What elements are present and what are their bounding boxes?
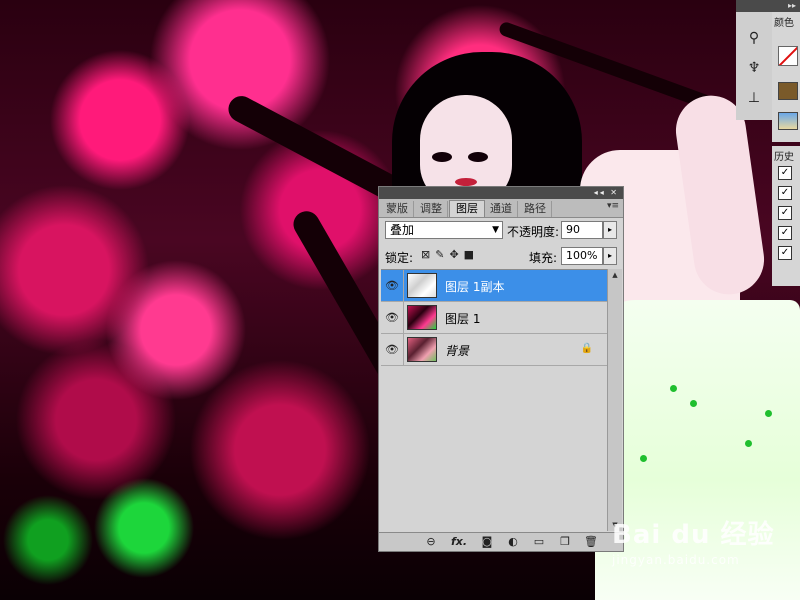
layers-scrollbar[interactable]: ▲ ▼ (607, 269, 622, 531)
folder-icon[interactable]: ▭ (531, 534, 547, 550)
lock-all-icon[interactable]: ■ (464, 248, 479, 261)
panel-menu-icon[interactable]: ▾≡ (607, 201, 619, 211)
layer-name[interactable]: 图层 1 (445, 310, 480, 327)
dock-tools: ⚲ ♆ ⊥ (736, 12, 773, 120)
woman-eye (468, 152, 488, 162)
new-layer-icon[interactable]: ❐ (557, 534, 573, 550)
watermark-sub: jingyan.baidu.com (612, 553, 740, 567)
history-tab[interactable]: 历史 (774, 148, 794, 163)
color-tab[interactable]: 颜色 (774, 14, 794, 29)
woman-eye (432, 152, 452, 162)
scroll-up-icon[interactable]: ▲ (608, 269, 622, 281)
visibility-eye-icon[interactable]: 👁 (381, 334, 404, 365)
baidu-watermark: Bai du 经验 jingyan.baidu.com (612, 514, 775, 567)
dock-header[interactable]: ▸▸ (736, 0, 800, 12)
tab-paths[interactable]: 路径 (519, 201, 552, 217)
layer-row[interactable]: 👁 图层 1副本 (381, 270, 607, 302)
history-checkbox[interactable]: ✓ (778, 206, 792, 220)
layer-thumbnail (407, 305, 437, 330)
layers-bottom-bar: ⊖ fx. ◙ ◐ ▭ ❐ 🗑 (379, 532, 623, 551)
layer-row[interactable]: 👁 图层 1 (381, 302, 607, 334)
layer-name[interactable]: 背景 (445, 342, 469, 359)
lock-image-icon[interactable]: ✎ (435, 248, 449, 261)
layer-row[interactable]: 👁 背景 🔒 (381, 334, 607, 366)
tab-channels[interactable]: 通道 (485, 201, 518, 217)
lock-label: 锁定: (385, 251, 414, 265)
fill-label: 填充: (529, 251, 558, 265)
opacity-label: 不透明度: (507, 225, 560, 239)
lock-position-icon[interactable]: ✥ (449, 248, 463, 261)
swatch-brown[interactable] (778, 82, 798, 100)
history-checkbox[interactable]: ✓ (778, 226, 792, 240)
panel-tabs: 蒙版 调整 图层 通道 路径 ▾≡ (379, 199, 623, 218)
visibility-eye-icon[interactable]: 👁 (381, 302, 404, 333)
dress-dot (670, 385, 677, 392)
adjustment-icon[interactable]: ◐ (505, 534, 521, 550)
layer-thumbnail (407, 337, 437, 362)
layers-panel: ◂◂ ✕ 蒙版 调整 图层 通道 路径 ▾≡ 叠加 ▼ 不透明度: 90 ▸ 锁… (378, 186, 624, 552)
mask-icon[interactable]: ◙ (479, 534, 495, 550)
blend-mode-value: 叠加 (390, 223, 415, 237)
fill-input[interactable]: 100% (561, 247, 603, 265)
link-icon[interactable]: ⊖ (423, 534, 439, 550)
layers-list: 👁 图层 1副本 👁 图层 1 👁 背景 🔒 (381, 269, 607, 532)
fx-icon[interactable]: fx. (451, 534, 467, 550)
tab-masks[interactable]: 蒙版 (381, 201, 414, 217)
tab-adjustments[interactable]: 调整 (415, 201, 448, 217)
history-checkbox[interactable]: ✓ (778, 186, 792, 200)
lock-icon: 🔒 (580, 343, 593, 354)
swatch-sky[interactable] (778, 112, 798, 130)
visibility-eye-icon[interactable]: 👁 (381, 270, 404, 301)
layer-name[interactable]: 图层 1副本 (445, 278, 504, 295)
opacity-slider-arrow-icon[interactable]: ▸ (603, 221, 617, 239)
color-panel: 颜色 (772, 12, 800, 142)
tool-preset-icon[interactable]: ⊥ (744, 88, 764, 108)
woman-lips (455, 178, 477, 186)
blend-mode-select[interactable]: 叠加 ▼ (385, 221, 503, 239)
trash-icon[interactable]: 🗑 (583, 534, 599, 550)
collapse-close-icon[interactable]: ◂◂ ✕ (594, 187, 619, 199)
lock-options: ⊠✎✥■ (421, 248, 479, 261)
dress-dot (690, 400, 697, 407)
clone-source-icon[interactable]: ♆ (744, 58, 764, 78)
expand-arrows-icon[interactable]: ▸▸ (788, 0, 796, 12)
panel-titlebar[interactable]: ◂◂ ✕ (379, 187, 623, 199)
lock-transparent-icon[interactable]: ⊠ (421, 248, 435, 261)
dress-dot (640, 455, 647, 462)
history-checkbox[interactable]: ✓ (778, 166, 792, 180)
layer-thumbnail (407, 273, 437, 298)
no-color-swatch[interactable] (778, 46, 798, 66)
dropdown-arrow-icon: ▼ (492, 225, 499, 235)
watermark-main: Bai du 经验 (612, 520, 775, 550)
fill-slider-arrow-icon[interactable]: ▸ (603, 247, 617, 265)
tab-layers[interactable]: 图层 (449, 200, 485, 217)
history-checkbox[interactable]: ✓ (778, 246, 792, 260)
brush-preset-icon[interactable]: ⚲ (744, 28, 764, 48)
opacity-input[interactable]: 90 (561, 221, 603, 239)
right-dock: ▸▸ ⚲ ♆ ⊥ 颜色 历史 ✓ ✓ ✓ ✓ ✓ (736, 0, 800, 600)
history-panel: 历史 ✓ ✓ ✓ ✓ ✓ (772, 146, 800, 286)
